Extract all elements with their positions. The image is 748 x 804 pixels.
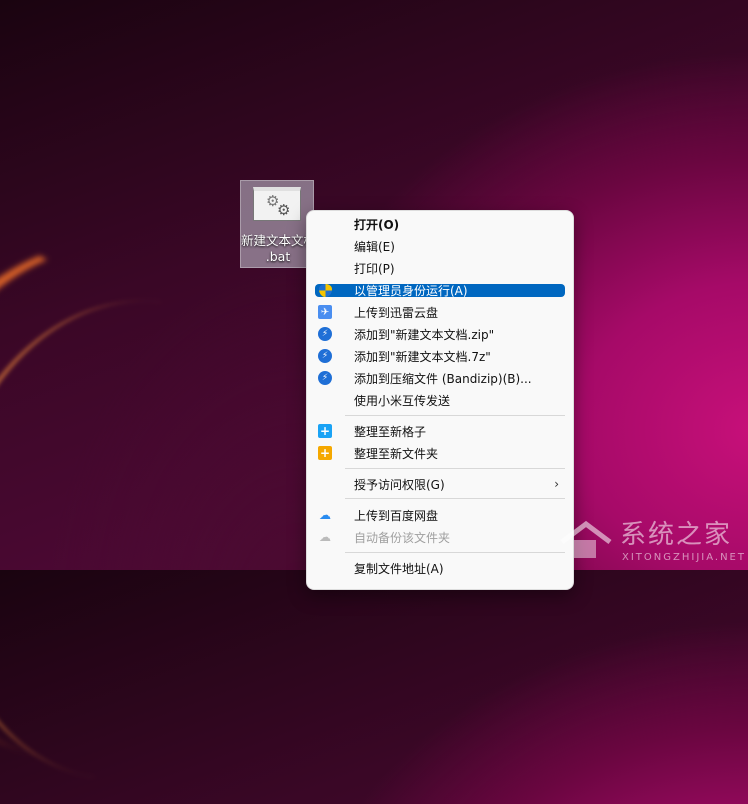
menu-item-add-zip[interactable]: ⚡ 添加到"新建文本文档.zip" xyxy=(315,327,565,342)
file-name-extension: .bat xyxy=(265,249,291,264)
xunlei-icon: ✈ xyxy=(317,305,333,319)
baidu-netdisk-icon: ☁ xyxy=(319,508,331,522)
menu-item-label: 打印(P) xyxy=(354,261,395,276)
bandizip-icon: ⚡ xyxy=(317,349,333,363)
menu-item-label: 自动备份该文件夹 xyxy=(354,530,451,545)
menu-item-baidu-upload[interactable]: ☁ 上传到百度网盘 xyxy=(315,508,565,523)
gear-icon: ⚙ xyxy=(277,201,291,219)
menu-item-label: 整理至新文件夹 xyxy=(354,446,439,461)
bandizip-icon: ⚡ xyxy=(317,371,333,385)
watermark-text: 系统之家 xyxy=(620,520,733,550)
new-grid-icon: + xyxy=(318,424,332,438)
menu-item-xunlei-upload[interactable]: ✈ 上传到迅雷云盘 xyxy=(315,305,565,320)
menu-item-run-as-admin[interactable]: 以管理员身份运行(A) xyxy=(315,284,565,298)
menu-item-auto-backup: ☁ 自动备份该文件夹 xyxy=(315,530,565,545)
menu-item-edit[interactable]: 编辑(E) xyxy=(315,239,565,254)
menu-item-label: 整理至新格子 xyxy=(354,424,427,439)
menu-item-label: 打开(O) xyxy=(354,217,400,232)
menu-item-new-grid[interactable]: + 整理至新格子 xyxy=(315,424,565,439)
menu-item-label: 使用小米互传发送 xyxy=(354,393,451,408)
menu-item-mi-share[interactable]: 使用小米互传发送 xyxy=(315,393,565,408)
menu-item-label: 添加到"新建文本文档.7z" xyxy=(354,349,491,364)
uac-shield-icon xyxy=(317,284,333,298)
baidu-netdisk-icon: ☁ xyxy=(319,530,331,544)
menu-item-label: 编辑(E) xyxy=(354,239,395,254)
watermark-house-logo xyxy=(560,520,612,558)
wallpaper-swirl-inner xyxy=(0,275,352,804)
menu-item-add-7z[interactable]: ⚡ 添加到"新建文本文档.7z" xyxy=(315,349,565,364)
menu-item-open[interactable]: 打开(O) xyxy=(315,217,565,232)
chevron-right-icon: › xyxy=(554,477,559,491)
menu-item-new-folder[interactable]: + 整理至新文件夹 xyxy=(315,446,565,461)
menu-item-add-archive[interactable]: ⚡ 添加到压缩文件 (Bandizip)(B)... xyxy=(315,371,565,386)
menu-separator xyxy=(345,468,565,469)
menu-item-label: 上传到迅雷云盘 xyxy=(354,305,439,320)
menu-item-label: 复制文件地址(A) xyxy=(354,561,444,576)
batch-file-icon: ⚙ ⚙ xyxy=(253,187,301,221)
watermark-url: XITONGZHIJIA.NET xyxy=(622,552,746,563)
menu-separator xyxy=(345,552,565,553)
menu-item-label: 授予访问权限(G) xyxy=(354,477,445,492)
menu-item-label: 上传到百度网盘 xyxy=(354,508,439,523)
menu-item-copy-path[interactable]: 复制文件地址(A) xyxy=(315,561,565,576)
desktop-file-icon[interactable]: ⚙ ⚙ 新建文本文档 .bat xyxy=(240,180,315,268)
menu-item-grant-access[interactable]: 授予访问权限(G) › xyxy=(315,477,565,492)
new-folder-icon: + xyxy=(318,446,332,460)
menu-separator xyxy=(345,415,565,416)
menu-item-label: 以管理员身份运行(A) xyxy=(354,284,468,298)
context-menu: 打开(O) 编辑(E) 打印(P) 以管理员身份运行(A) ✈ 上传到迅雷云盘 ⚡… xyxy=(306,210,574,590)
menu-item-label: 添加到"新建文本文档.zip" xyxy=(354,327,495,342)
menu-separator xyxy=(345,498,565,499)
bandizip-icon: ⚡ xyxy=(317,327,333,341)
desktop-file-name: 新建文本文档 .bat xyxy=(241,233,315,265)
menu-item-label: 添加到压缩文件 (Bandizip)(B)... xyxy=(354,371,532,386)
file-name-line1: 新建文本文档 xyxy=(241,233,315,248)
menu-item-print[interactable]: 打印(P) xyxy=(315,261,565,276)
